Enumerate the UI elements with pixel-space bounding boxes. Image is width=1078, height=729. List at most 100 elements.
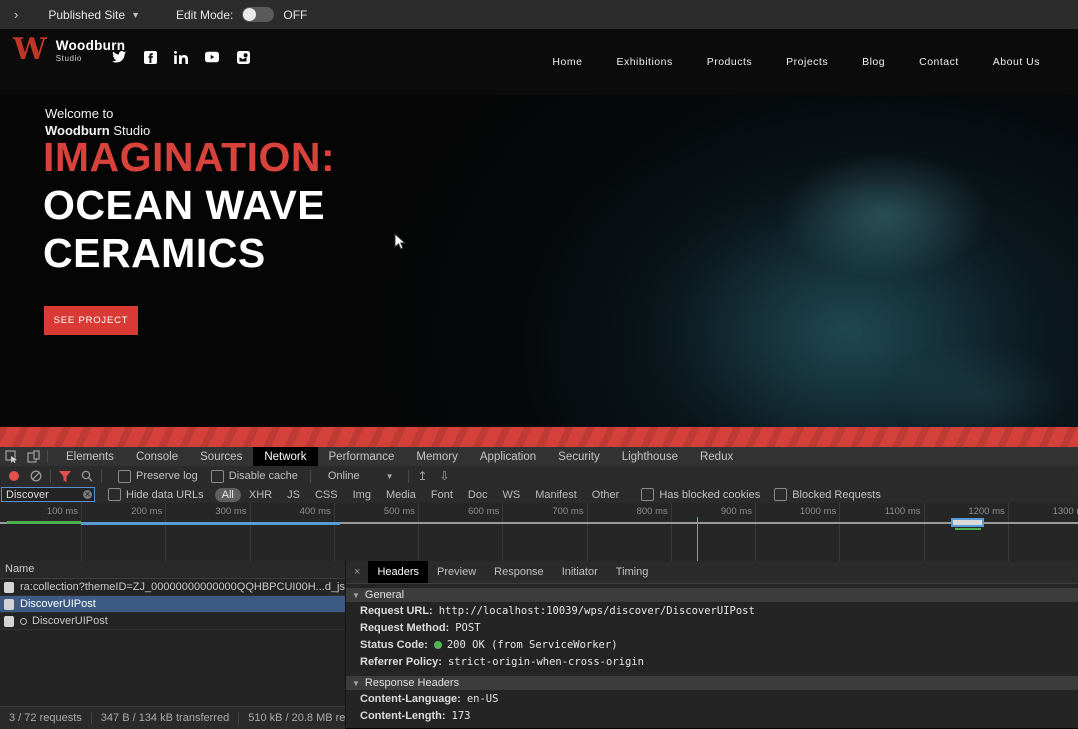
type-filter-doc[interactable]: Doc (461, 488, 495, 502)
details-tab-preview[interactable]: Preview (428, 561, 485, 583)
clear-icon[interactable] (25, 467, 47, 486)
preserve-log-control[interactable]: Preserve log (118, 470, 198, 483)
facebook-icon[interactable] (143, 50, 157, 64)
response-headers-section-header[interactable]: ▼ Response Headers (346, 676, 1078, 690)
camera-icon[interactable] (236, 50, 250, 64)
gridline-1000-ms (839, 503, 840, 561)
type-filter-js[interactable]: JS (280, 488, 307, 502)
youtube-icon[interactable] (205, 50, 219, 64)
type-filter-xhr[interactable]: XHR (242, 488, 279, 502)
has-blocked-cookies-control[interactable]: Has blocked cookies (641, 488, 760, 501)
status-ok-dot-icon (434, 641, 442, 649)
details-tab-initiator[interactable]: Initiator (553, 561, 607, 583)
see-project-button[interactable]: SEE PROJECT (44, 306, 138, 335)
devtools-tabs: ElementsConsoleSourcesNetworkPerformance… (55, 447, 744, 466)
name-column-header[interactable]: Name (0, 561, 345, 579)
network-overview-timeline[interactable]: 100 ms200 ms300 ms400 ms500 ms600 ms700 … (0, 503, 1078, 562)
network-filterbar: ✕ Hide data URLs AllXHRJSCSSImgMediaFont… (0, 486, 1078, 504)
details-tab-response[interactable]: Response (485, 561, 553, 583)
filter-input[interactable] (1, 487, 95, 502)
brand-logo[interactable]: W Woodburn Studio (13, 35, 125, 65)
network-status-bar: 3 / 72 requests347 B / 134 kB transferre… (0, 706, 345, 729)
request-row[interactable]: ra:collection?themeID=ZJ_00000000000000Q… (0, 579, 345, 596)
gridline-800-ms (671, 503, 672, 561)
request-name: DiscoverUIPost (32, 615, 108, 627)
type-filter-manifest[interactable]: Manifest (528, 488, 584, 502)
devtools-tab-memory[interactable]: Memory (405, 447, 469, 466)
nav-item-blog[interactable]: Blog (845, 56, 902, 68)
chevron-down-icon: ▼ (386, 472, 394, 481)
divider (47, 450, 48, 463)
tick-1100-ms: 1100 ms (885, 506, 924, 517)
devtools-tab-elements[interactable]: Elements (55, 447, 125, 466)
edit-mode-state: OFF (283, 8, 307, 22)
social-links (112, 41, 250, 73)
details-tab-timing[interactable]: Timing (607, 561, 658, 583)
overview-late-request-bar[interactable] (951, 518, 984, 527)
hero-section: Welcome to Woodburn Studio IMAGINATION: … (0, 95, 1078, 427)
request-row[interactable]: DiscoverUIPost (0, 613, 345, 630)
nav-item-exhibitions[interactable]: Exhibitions (599, 56, 689, 68)
search-icon[interactable] (76, 467, 98, 486)
export-har-icon[interactable]: ⇩ (434, 467, 456, 486)
hide-data-urls-checkbox[interactable] (108, 488, 121, 501)
type-filter-ws[interactable]: WS (495, 488, 527, 502)
request-type-filters: AllXHRJSCSSImgMediaFontDocWSManifestOthe… (215, 488, 628, 502)
throttle-value: Online (328, 470, 360, 482)
edit-mode-control: Edit Mode: OFF (176, 7, 307, 22)
twitter-icon[interactable] (112, 50, 126, 64)
general-section-header[interactable]: ▼ General (346, 588, 1078, 602)
filter-funnel-icon[interactable] (54, 467, 76, 486)
type-filter-media[interactable]: Media (379, 488, 423, 502)
pending-dot-icon (20, 618, 27, 625)
devtools-tab-sources[interactable]: Sources (189, 447, 253, 466)
nav-item-about-us[interactable]: About Us (976, 56, 1057, 68)
type-filter-font[interactable]: Font (424, 488, 460, 502)
devtools-tab-security[interactable]: Security (547, 447, 611, 466)
nav-item-products[interactable]: Products (690, 56, 769, 68)
type-filter-img[interactable]: Img (346, 488, 378, 502)
import-har-icon[interactable]: ↥ (412, 467, 434, 486)
published-site-dropdown[interactable]: Published Site ▼ (48, 8, 140, 22)
blocked-requests-control[interactable]: Blocked Requests (774, 488, 881, 501)
disable-cache-control[interactable]: Disable cache (211, 470, 298, 483)
devtools-tab-lighthouse[interactable]: Lighthouse (611, 447, 689, 466)
document-icon (4, 616, 14, 627)
clear-filter-icon[interactable]: ✕ (83, 490, 92, 499)
close-icon[interactable]: × (346, 566, 368, 578)
devtools-tab-redux[interactable]: Redux (689, 447, 744, 466)
preserve-log-checkbox[interactable] (118, 470, 131, 483)
disable-cache-checkbox[interactable] (211, 470, 224, 483)
tick-1000-ms: 1000 ms (800, 506, 839, 517)
type-filter-css[interactable]: CSS (308, 488, 345, 502)
inspect-element-icon[interactable] (0, 447, 22, 466)
edit-mode-toggle[interactable] (242, 7, 274, 22)
devtools-tab-performance[interactable]: Performance (318, 447, 406, 466)
details-tab-headers[interactable]: Headers (368, 561, 428, 583)
devtools-tab-network[interactable]: Network (253, 447, 317, 466)
throttling-dropdown[interactable]: Online ▼ (328, 470, 394, 482)
record-button[interactable] (9, 471, 19, 481)
nav-item-contact[interactable]: Contact (902, 56, 976, 68)
devtools-tab-application[interactable]: Application (469, 447, 547, 466)
divider (50, 470, 51, 483)
type-filter-all[interactable]: All (215, 488, 241, 502)
nav-item-projects[interactable]: Projects (769, 56, 845, 68)
linkedin-icon[interactable] (174, 50, 188, 64)
hide-data-urls-control[interactable]: Hide data URLs (108, 488, 204, 501)
overview-late-green-bar (955, 528, 981, 530)
eyebrow-line1: Welcome to (45, 105, 150, 122)
tick-800-ms: 800 ms (637, 506, 671, 517)
request-row-selected[interactable]: DiscoverUIPost (0, 596, 345, 613)
device-toolbar-icon[interactable] (22, 447, 44, 466)
headline-line3: CERAMICS (43, 229, 603, 277)
edit-mode-label: Edit Mode: (176, 8, 233, 22)
header-name: Status Code: (360, 639, 428, 651)
nav-item-home[interactable]: Home (535, 56, 599, 68)
blocked-requests-checkbox[interactable] (774, 488, 787, 501)
expand-chevron-icon[interactable]: › (14, 7, 18, 22)
has-blocked-cookies-checkbox[interactable] (641, 488, 654, 501)
type-filter-other[interactable]: Other (585, 488, 627, 502)
devtools-tab-console[interactable]: Console (125, 447, 189, 466)
document-icon (4, 582, 14, 593)
